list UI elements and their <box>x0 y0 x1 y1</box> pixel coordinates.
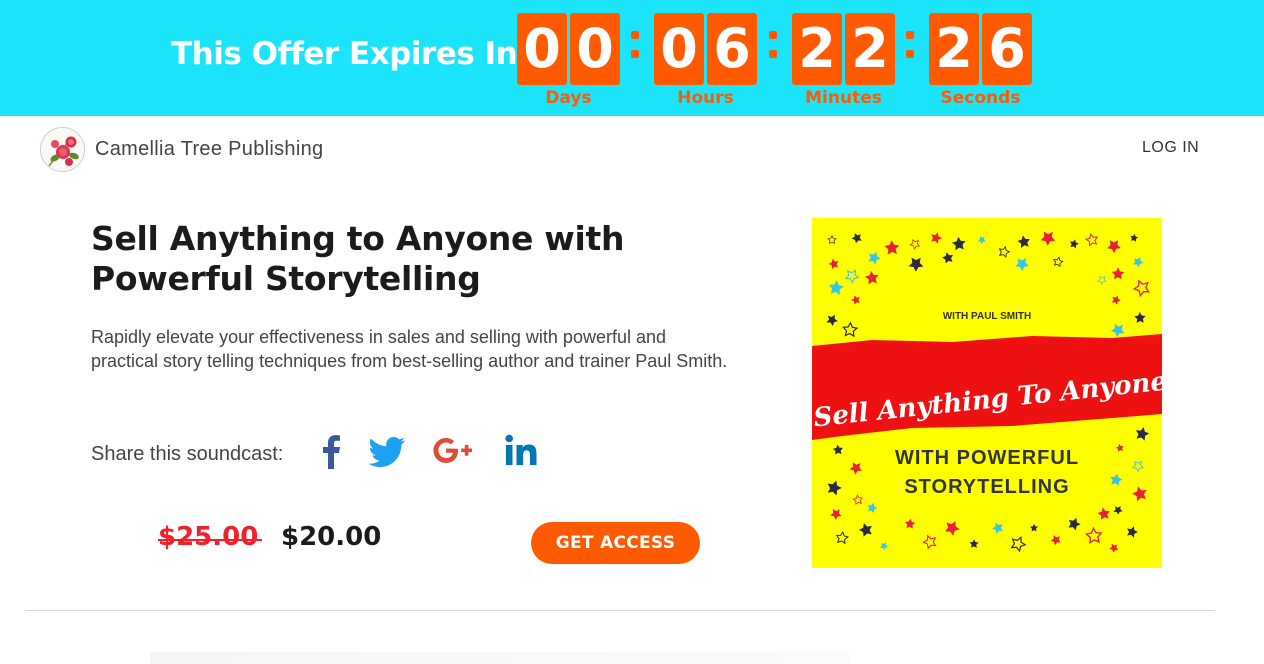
login-link[interactable]: LOG IN <box>1142 139 1199 157</box>
countdown-separator <box>625 22 645 72</box>
hours-digit-2: 6 <box>707 13 757 85</box>
share-label: Share this soundcast: <box>91 443 284 465</box>
twitter-icon[interactable] <box>367 428 407 474</box>
minutes-digit-2: 2 <box>845 13 895 85</box>
sale-price: $20.00 <box>281 522 382 552</box>
brand-name[interactable]: Camellia Tree Publishing <box>95 138 323 161</box>
minutes-digit-1: 2 <box>792 13 842 85</box>
countdown-hours: 0 6 Hours <box>654 13 758 113</box>
seconds-digit-1: 2 <box>929 13 979 85</box>
hours-label: Hours <box>677 88 734 108</box>
countdown-seconds: 2 6 Seconds <box>929 13 1033 113</box>
hours-digit-1: 0 <box>654 13 704 85</box>
banner-title: This Offer Expires In <box>171 36 518 72</box>
countdown-separator <box>900 22 920 72</box>
days-digit-2: 0 <box>570 13 620 85</box>
product-title: Sell Anything to Anyone with Powerful St… <box>91 219 625 298</box>
footer-placeholder <box>150 652 850 664</box>
seconds-label: Seconds <box>940 88 1021 108</box>
cover-subtitle-line1: WITH POWERFUL <box>895 447 1079 469</box>
cover-subtitle-line2: STORYTELLING <box>904 476 1069 498</box>
camellia-flower-icon[interactable] <box>40 127 85 172</box>
countdown-days: 0 0 Days <box>517 13 621 113</box>
product-description: Rapidly elevate your effectiveness in sa… <box>91 327 728 371</box>
days-label: Days <box>545 88 592 108</box>
countdown-separator <box>763 22 783 72</box>
seconds-digit-2: 6 <box>982 13 1032 85</box>
days-digit-1: 0 <box>517 13 567 85</box>
facebook-icon[interactable] <box>316 428 346 474</box>
original-price: $25.00 <box>158 522 263 552</box>
minutes-label: Minutes <box>805 88 882 108</box>
linkedin-icon[interactable] <box>503 428 539 474</box>
countdown-minutes: 2 2 Minutes <box>792 13 896 113</box>
countdown-banner: This Offer Expires In 0 0 Days 0 6 Hours… <box>0 0 1264 116</box>
section-divider <box>25 610 1215 611</box>
google-plus-icon[interactable] <box>431 428 479 474</box>
cover-byline: WITH PAUL SMITH <box>943 311 1032 322</box>
cover-art: WITH PAUL SMITH Sell Anything To Anyone … <box>812 218 1162 568</box>
get-access-button[interactable]: GET ACCESS <box>531 522 700 564</box>
